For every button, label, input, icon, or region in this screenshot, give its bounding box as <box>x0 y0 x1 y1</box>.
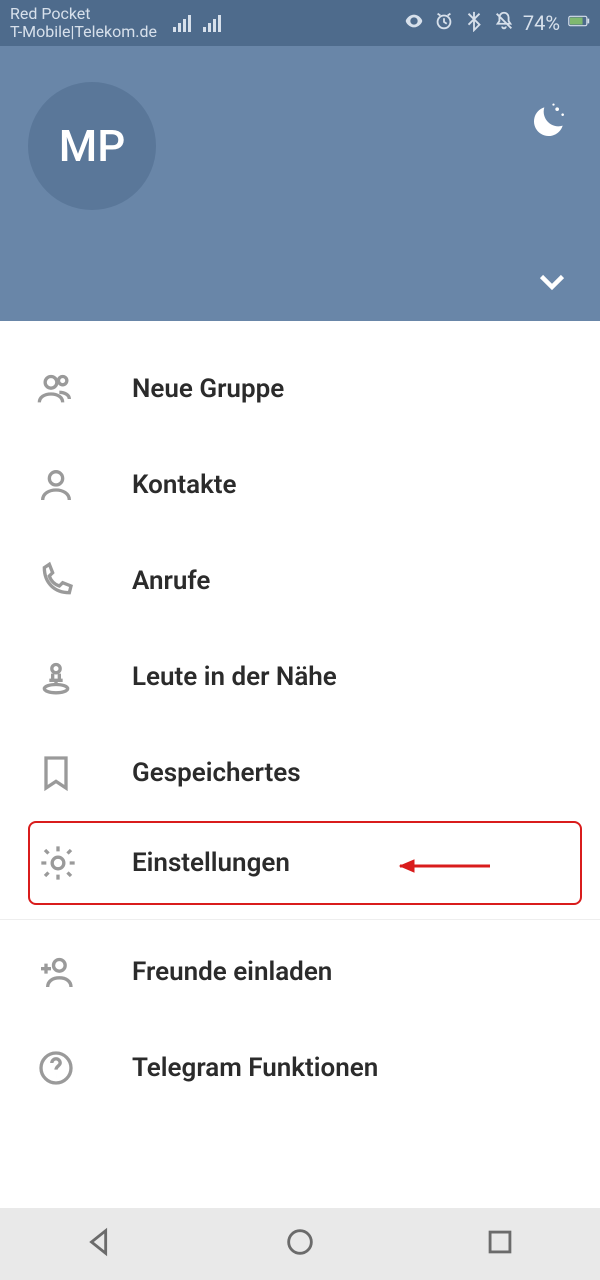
signal-bars-roaming-icon <box>203 14 221 32</box>
people-nearby-icon <box>34 657 78 697</box>
nav-home-button[interactable] <box>283 1225 317 1263</box>
drawer-header: MP <box>0 46 600 321</box>
avatar[interactable]: MP <box>28 82 156 210</box>
person-icon <box>34 465 78 505</box>
menu-item-contacts[interactable]: Kontakte <box>0 437 600 533</box>
carrier-line1: Red Pocket <box>10 5 157 23</box>
menu-item-label: Neue Gruppe <box>132 374 284 404</box>
menu-item-saved[interactable]: Gespeichertes <box>0 725 600 821</box>
night-mode-toggle[interactable] <box>526 100 570 148</box>
menu-item-calls[interactable]: Anrufe <box>0 533 600 629</box>
carrier-line2: T-Mobile|Telekom.de <box>10 23 157 41</box>
annotation-arrow-icon <box>380 851 500 881</box>
help-icon <box>34 1048 78 1088</box>
gear-icon <box>36 843 80 883</box>
eye-icon <box>403 10 425 37</box>
mute-icon <box>493 10 515 37</box>
nav-recent-button[interactable] <box>483 1225 517 1263</box>
battery-percent: 74% <box>523 11 560 35</box>
menu-item-label: Telegram Funktionen <box>132 1053 378 1083</box>
phone-icon <box>34 561 78 601</box>
menu-divider <box>0 919 600 920</box>
menu-item-label: Gespeichertes <box>132 758 301 788</box>
battery-icon <box>568 10 590 37</box>
avatar-initials: MP <box>59 120 126 172</box>
menu-item-label: Einstellungen <box>132 848 290 878</box>
menu-item-telegram-features[interactable]: Telegram Funktionen <box>0 1020 600 1116</box>
menu-item-label: Anrufe <box>132 566 210 596</box>
bluetooth-icon <box>463 10 485 37</box>
menu-item-people-nearby[interactable]: Leute in der Nähe <box>0 629 600 725</box>
carrier-label: Red Pocket T-Mobile|Telekom.de <box>10 5 157 40</box>
nav-back-button[interactable] <box>83 1225 117 1263</box>
drawer-menu: Neue Gruppe Kontakte Anrufe Leute in der… <box>0 321 600 1116</box>
menu-item-label: Leute in der Nähe <box>132 662 337 692</box>
group-icon <box>34 369 78 409</box>
bookmark-icon <box>34 753 78 793</box>
menu-item-label: Kontakte <box>132 470 237 500</box>
person-add-icon <box>34 952 78 992</box>
expand-account-toggle[interactable] <box>534 263 570 303</box>
status-bar: Red Pocket T-Mobile|Telekom.de 74% <box>0 0 600 46</box>
alarm-icon <box>433 10 455 37</box>
menu-item-invite-friends[interactable]: Freunde einladen <box>0 924 600 1020</box>
signal-bars-icon <box>173 14 191 32</box>
menu-item-new-group[interactable]: Neue Gruppe <box>0 341 600 437</box>
android-nav-bar <box>0 1208 600 1280</box>
menu-item-label: Freunde einladen <box>132 957 332 987</box>
